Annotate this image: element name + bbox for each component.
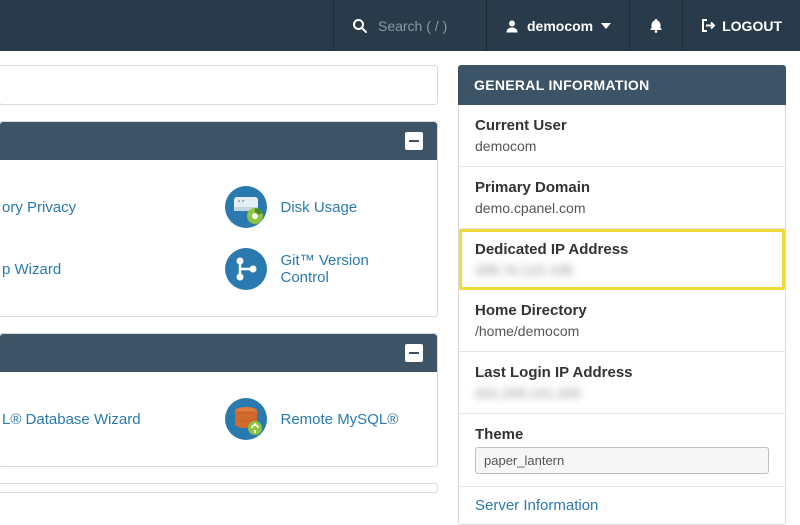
info-value: democom (475, 138, 769, 154)
username-label: democom (527, 18, 593, 34)
next-panel-top (0, 483, 438, 493)
right-column: GENERAL INFORMATION Current User democom… (458, 65, 800, 525)
app-item-wizard[interactable]: p Wizard (0, 238, 219, 300)
info-label: Theme (475, 426, 769, 443)
logout-label: LOGOUT (722, 18, 782, 34)
info-theme: Theme paper_lantern (459, 414, 785, 487)
info-primary-domain: Primary Domain demo.cpanel.com (459, 167, 785, 229)
info-value: demo.cpanel.com (475, 200, 769, 216)
main: ory Privacy Disk Usage p Wizard Git (0, 51, 800, 525)
app-item-db-wizard[interactable]: L® Database Wizard (0, 388, 219, 450)
sidebar-body: Current User democom Primary Domain demo… (458, 105, 786, 525)
server-information-link[interactable]: Server Information (459, 487, 785, 524)
info-value: 208.74.122.108 (475, 262, 769, 278)
info-current-user: Current User democom (459, 105, 785, 167)
search-panel[interactable] (0, 65, 438, 105)
panel-body: ory Privacy Disk Usage p Wizard Git (0, 160, 437, 316)
app-item-remote-mysql[interactable]: Remote MySQL® (219, 388, 428, 450)
info-label: Dedicated IP Address (475, 241, 769, 258)
user-icon (505, 19, 519, 33)
info-label: Current User (475, 117, 769, 134)
app-item-git[interactable]: Git™ Version Control (219, 238, 428, 300)
panel-body: L® Database Wizard Remote MySQL® (0, 372, 437, 466)
left-column: ory Privacy Disk Usage p Wizard Git (0, 65, 438, 525)
chevron-down-icon (601, 23, 611, 29)
app-item-privacy[interactable]: ory Privacy (0, 176, 219, 238)
notifications-button[interactable] (629, 0, 682, 51)
db-panel: L® Database Wizard Remote MySQL® (0, 333, 438, 467)
panel-header (0, 334, 437, 372)
search-input[interactable] (378, 18, 468, 34)
info-value: 201.209.141.209 (475, 385, 769, 401)
search-container (333, 0, 486, 51)
info-last-login: Last Login IP Address 201.209.141.209 (459, 352, 785, 414)
app-label: Git™ Version Control (281, 252, 422, 286)
info-label: Primary Domain (475, 179, 769, 196)
logout-button[interactable]: LOGOUT (682, 0, 800, 51)
info-label: Home Directory (475, 302, 769, 319)
files-panel: ory Privacy Disk Usage p Wizard Git (0, 121, 438, 317)
user-menu[interactable]: democom (486, 0, 629, 51)
sidebar-title: GENERAL INFORMATION (458, 65, 786, 105)
app-label: L® Database Wizard (2, 411, 141, 428)
info-value: /home/democom (475, 323, 769, 339)
app-label: p Wizard (2, 261, 61, 278)
app-label: Disk Usage (281, 199, 358, 216)
topbar: democom LOGOUT (0, 0, 800, 51)
collapse-button[interactable] (405, 344, 423, 362)
disk-usage-icon (225, 186, 267, 228)
app-label: ory Privacy (2, 199, 76, 216)
info-dedicated-ip: Dedicated IP Address 208.74.122.108 (459, 229, 785, 290)
git-icon (225, 248, 267, 290)
search-icon (352, 18, 368, 34)
logout-icon (701, 18, 716, 33)
topbar-spacer (0, 0, 333, 51)
collapse-button[interactable] (405, 132, 423, 150)
info-label: Last Login IP Address (475, 364, 769, 381)
remote-mysql-icon (225, 398, 267, 440)
theme-select[interactable]: paper_lantern (475, 447, 769, 474)
info-home-dir: Home Directory /home/democom (459, 290, 785, 352)
panel-header (0, 122, 437, 160)
bell-icon (648, 18, 664, 34)
app-label: Remote MySQL® (281, 411, 399, 428)
app-item-disk-usage[interactable]: Disk Usage (219, 176, 428, 238)
